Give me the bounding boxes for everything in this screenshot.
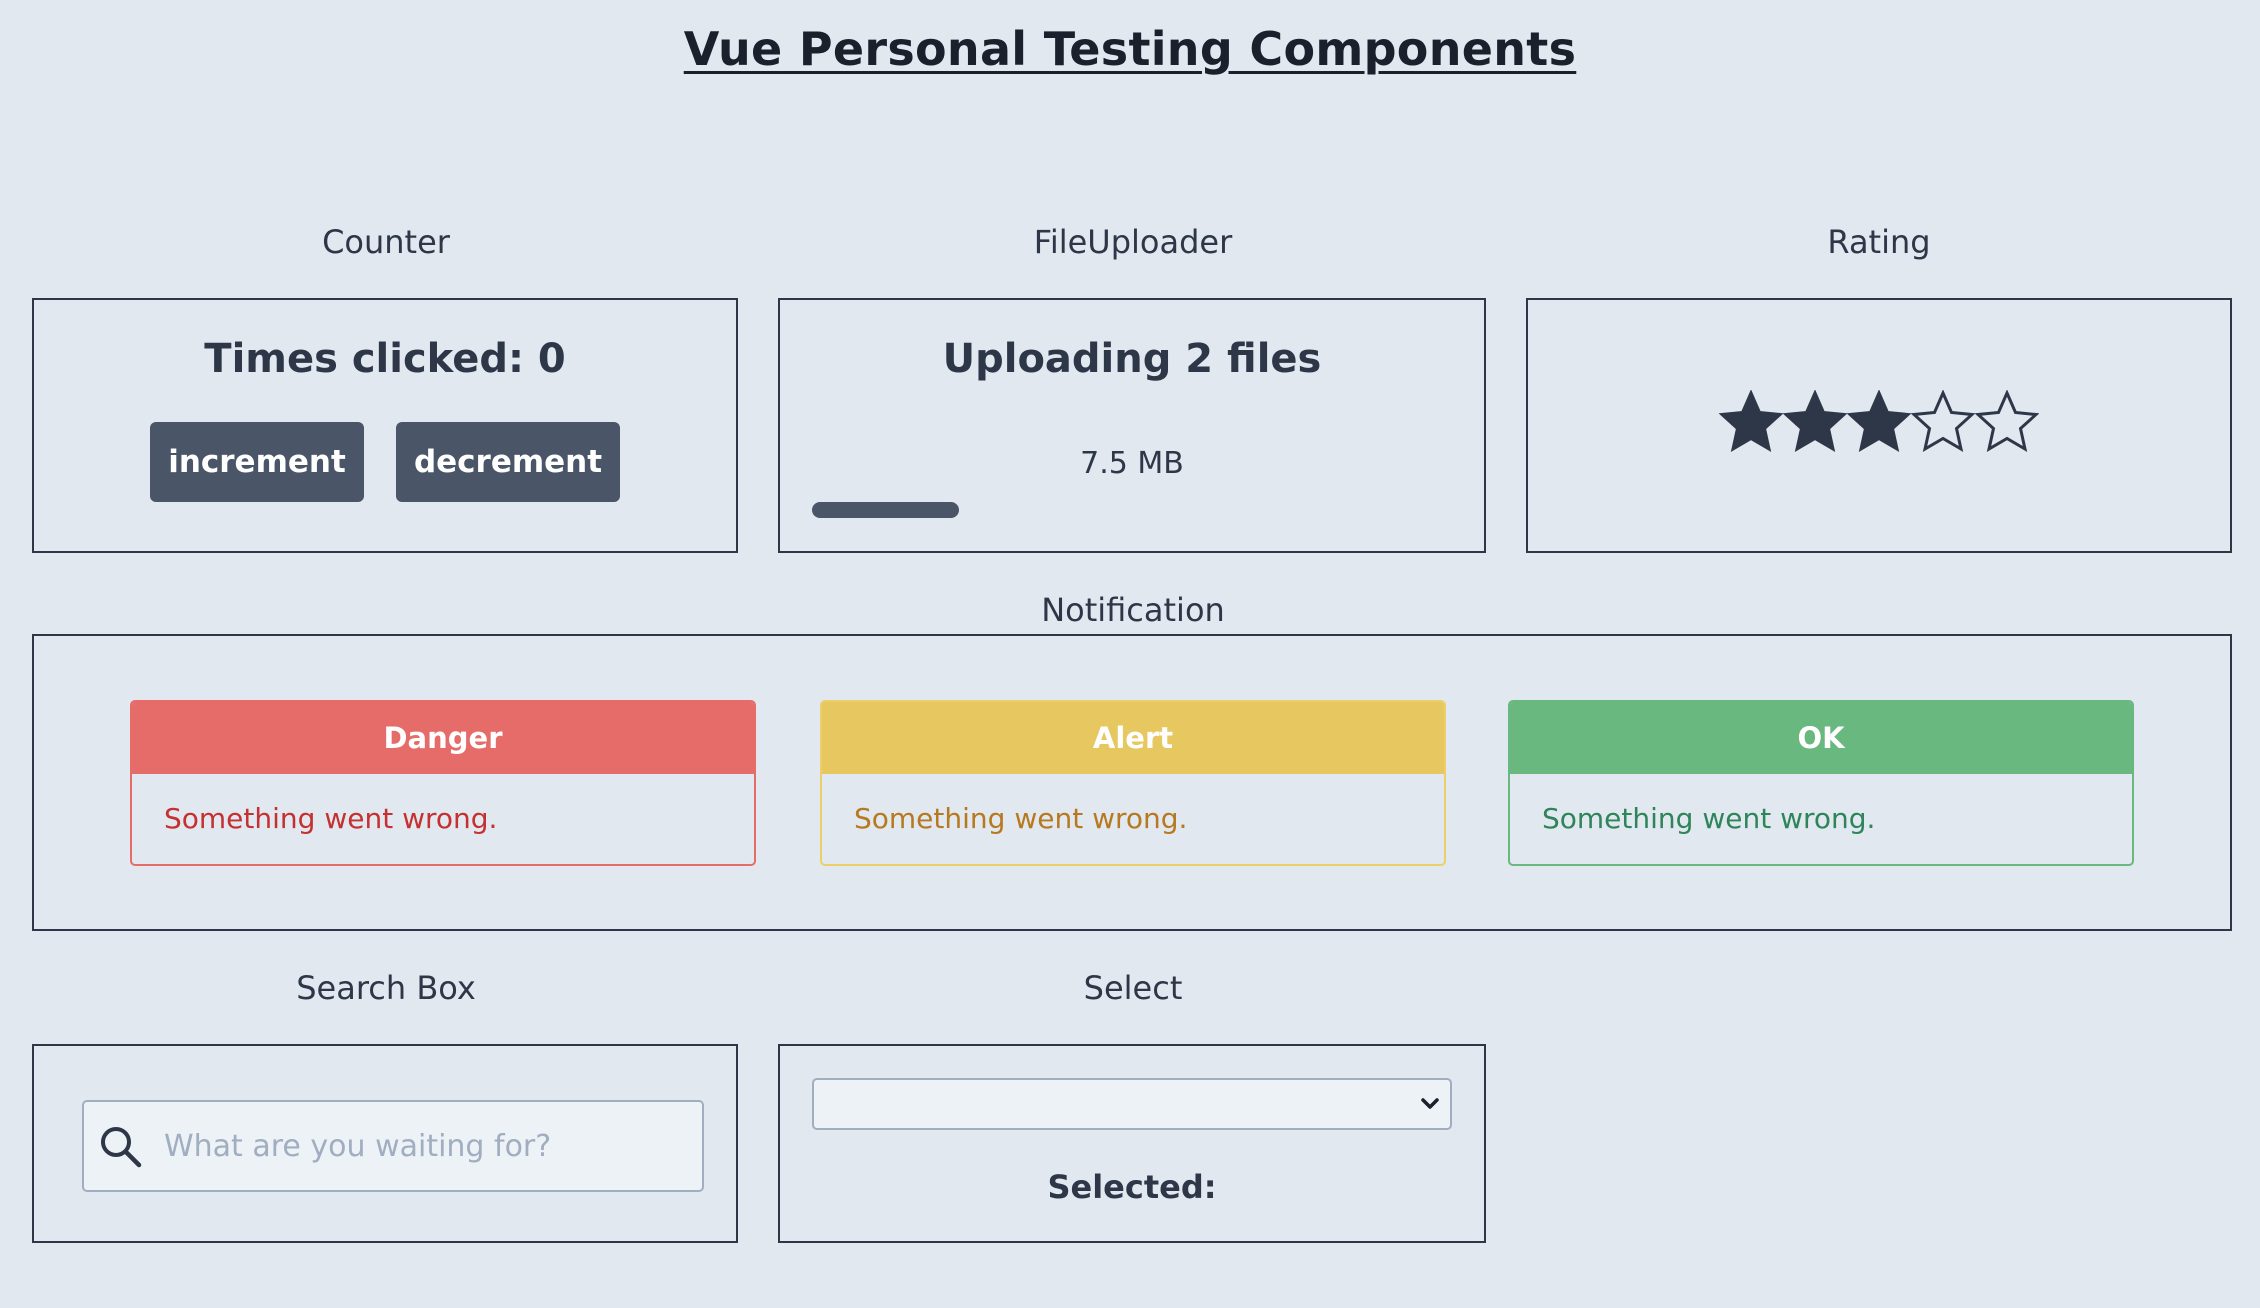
chevron-down-icon (1418, 1094, 1442, 1118)
star-empty-icon[interactable] (1975, 390, 2039, 454)
star-rating (1528, 390, 2230, 454)
rating-panel (1526, 298, 2232, 553)
notification-ok-message: Something went wrong. (1542, 802, 1876, 835)
search-box-panel (32, 1044, 738, 1243)
select-panel: Selected: (778, 1044, 1486, 1243)
notification-danger-title: Danger (132, 702, 754, 774)
star-filled-icon[interactable] (1719, 390, 1783, 454)
notification-ok-title: OK (1510, 702, 2132, 774)
search-box-label: Search Box (296, 969, 476, 1007)
decrement-button[interactable]: decrement (396, 422, 620, 502)
rating-label: Rating (1827, 223, 1931, 261)
select-label: Select (1083, 969, 1183, 1007)
counter-text: Times clicked: 0 (204, 336, 566, 382)
star-filled-icon[interactable] (1847, 390, 1911, 454)
notification-ok: OK Something went wrong. (1508, 700, 2134, 866)
increment-button[interactable]: increment (150, 422, 364, 502)
counter-panel: Times clicked: 0 increment decrement (32, 298, 738, 553)
select-dropdown[interactable] (812, 1078, 1452, 1130)
upload-size: 7.5 MB (1080, 446, 1184, 481)
page-title: Vue Personal Testing Components (683, 22, 1577, 76)
notification-danger: Danger Something went wrong. (130, 700, 756, 866)
file-uploader-panel: Uploading 2 files 7.5 MB (778, 298, 1486, 553)
notification-alert-message: Something went wrong. (854, 802, 1188, 835)
search-input[interactable] (162, 1102, 692, 1190)
search-icon (98, 1124, 144, 1174)
star-empty-icon[interactable] (1911, 390, 1975, 454)
notification-danger-message: Something went wrong. (164, 802, 498, 835)
file-uploader-label: FileUploader (1033, 223, 1233, 261)
notification-alert-title: Alert (822, 702, 1444, 774)
notification-panel: Danger Something went wrong. Alert Somet… (32, 634, 2232, 931)
search-box[interactable] (82, 1100, 704, 1192)
upload-progress-bar (812, 502, 1452, 518)
selected-text: Selected: (1047, 1168, 1217, 1206)
star-filled-icon[interactable] (1783, 390, 1847, 454)
notification-alert: Alert Something went wrong. (820, 700, 1446, 866)
counter-label: Counter (322, 223, 450, 261)
notification-label: Notification (1041, 591, 1225, 629)
upload-progress-fill (812, 502, 960, 518)
upload-title: Uploading 2 files (942, 336, 1322, 382)
